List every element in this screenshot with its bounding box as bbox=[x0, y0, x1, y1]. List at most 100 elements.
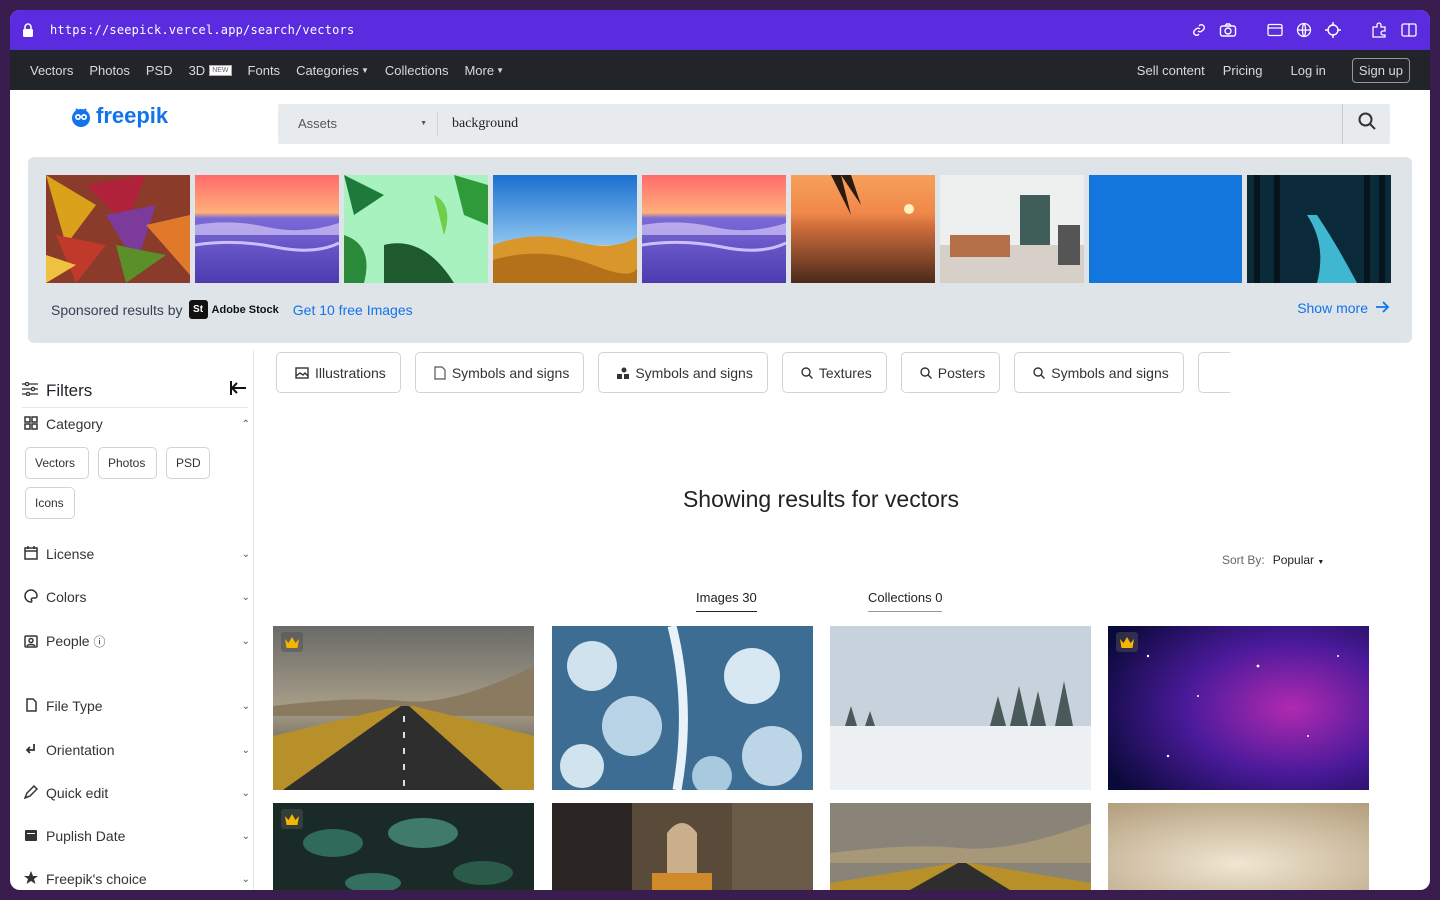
nav-3d[interactable]: 3D NEW bbox=[189, 63, 232, 78]
login-link[interactable]: Log in bbox=[1290, 63, 1325, 78]
tab-images[interactable]: Images 30 bbox=[696, 590, 757, 612]
chevron-down-icon: ⌄ bbox=[241, 830, 250, 842]
camera-icon[interactable] bbox=[1218, 21, 1237, 40]
nav-vectors[interactable]: Vectors bbox=[30, 63, 73, 78]
nav-label: Photos bbox=[89, 62, 130, 78]
sponsored-image-blue-texture[interactable] bbox=[1089, 175, 1242, 283]
sponsored-image-sunset-sea-2[interactable] bbox=[641, 175, 787, 283]
pricing-link[interactable]: Pricing bbox=[1223, 63, 1263, 78]
filters-sidebar: Filters Category ⌃ Vectors Photos PSD Ic… bbox=[10, 350, 254, 890]
search-icon bbox=[801, 366, 813, 379]
sponsored-image-tropical-leaves[interactable] bbox=[344, 175, 488, 283]
nav-psd[interactable]: PSD bbox=[146, 63, 173, 78]
tag-illustrations[interactable]: Illustrations bbox=[276, 352, 401, 393]
shapes-icon bbox=[617, 367, 630, 379]
file-icon bbox=[24, 698, 40, 714]
nav-categories[interactable]: Categories ▼ bbox=[296, 63, 369, 78]
sell-content-link[interactable]: Sell content bbox=[1137, 63, 1205, 78]
sort-label: Sort By: bbox=[1222, 553, 1265, 567]
collapse-sidebar-icon[interactable] bbox=[230, 380, 248, 401]
tag-symbols-and-signs[interactable]: Symbols and signs bbox=[1014, 352, 1184, 393]
result-image-galaxy[interactable] bbox=[1108, 626, 1369, 790]
tag-symbols-and-signs[interactable]: Symbols and signs bbox=[598, 352, 768, 393]
tab-collections[interactable]: Collections 0 bbox=[868, 590, 943, 612]
lock-icon bbox=[22, 23, 36, 37]
search-button[interactable] bbox=[1342, 103, 1390, 144]
result-image-snow-landscape[interactable] bbox=[830, 626, 1091, 790]
related-tags: Illustrations Symbols and signs Symbols … bbox=[276, 352, 1230, 393]
filter-file-type[interactable]: File Type ⌄ bbox=[24, 698, 250, 714]
sidebar-toggle-icon[interactable] bbox=[1399, 21, 1418, 40]
freepik-logo[interactable]: freepik bbox=[68, 103, 278, 129]
filter-label: File Type bbox=[46, 698, 103, 714]
chip-vectors[interactable]: Vectors bbox=[25, 447, 89, 479]
chip-psd[interactable]: PSD bbox=[166, 447, 210, 479]
filter-label: Orientation bbox=[46, 742, 115, 758]
sponsored-image-leaves[interactable] bbox=[46, 175, 190, 283]
filters-title: Filters bbox=[46, 380, 93, 400]
sponsored-image-palm-sunset[interactable] bbox=[791, 175, 935, 283]
result-image-road[interactable] bbox=[273, 626, 534, 790]
get-free-images-link[interactable]: Get 10 free Images bbox=[293, 302, 413, 318]
premium-crown-icon bbox=[281, 809, 303, 829]
chip-icons[interactable]: Icons bbox=[25, 487, 75, 519]
filter-category[interactable]: Category ⌃ bbox=[24, 416, 250, 432]
crosshair-icon[interactable] bbox=[1323, 21, 1342, 40]
chip-photos[interactable]: Photos bbox=[98, 447, 157, 479]
scope-label: Assets bbox=[298, 116, 338, 131]
nav-collections[interactable]: Collections bbox=[385, 63, 449, 78]
result-image-snowy-forest[interactable] bbox=[552, 626, 813, 790]
extensions-icon[interactable] bbox=[1370, 21, 1389, 40]
globe-icon[interactable] bbox=[1294, 21, 1313, 40]
result-image-leaves[interactable] bbox=[273, 803, 534, 890]
arrow-right-icon bbox=[1376, 300, 1390, 316]
filter-publish-date[interactable]: Puplish Date ⌄ bbox=[24, 828, 250, 844]
nav-label: More bbox=[464, 62, 495, 78]
image-icon bbox=[295, 366, 309, 379]
url-text[interactable]: https://seepick.vercel.app/search/vector… bbox=[50, 23, 1189, 37]
window-icon[interactable] bbox=[1265, 21, 1284, 40]
nav-more[interactable]: More ▼ bbox=[464, 63, 504, 78]
filter-label: Freepik's choice bbox=[46, 871, 147, 887]
result-image-road-2[interactable] bbox=[830, 803, 1091, 890]
nav-photos[interactable]: Photos bbox=[89, 63, 129, 78]
pen-icon bbox=[24, 785, 40, 801]
asset-scope-select[interactable]: Assets ▼ bbox=[278, 111, 438, 136]
star-icon bbox=[24, 871, 40, 887]
tag-overflow[interactable] bbox=[1197, 352, 1230, 393]
link-icon[interactable] bbox=[1189, 21, 1208, 40]
nav-label: PSD bbox=[145, 62, 173, 78]
filter-people[interactable]: People ⓘ ⌄ bbox=[24, 633, 250, 650]
sponsored-image-sunset-sea[interactable] bbox=[194, 175, 340, 283]
filter-orientation[interactable]: Orientation ⌄ bbox=[24, 742, 250, 758]
sponsored-image-forest-path[interactable] bbox=[1247, 175, 1391, 283]
sort-value: Popular ▼ bbox=[1273, 553, 1325, 567]
result-image-city-street[interactable] bbox=[552, 803, 813, 890]
nav-label: Fonts bbox=[247, 62, 281, 78]
sponsored-results: Sponsored results by St Adobe Stock Get … bbox=[28, 157, 1412, 343]
browser-window: https://seepick.vercel.app/search/vector… bbox=[10, 10, 1430, 890]
sort-by[interactable]: Sort By: Popular ▼ bbox=[1222, 553, 1324, 567]
result-image-paper-texture[interactable] bbox=[1108, 803, 1369, 890]
filter-label: Colors bbox=[46, 589, 87, 605]
tag-label: Symbols and signs bbox=[451, 364, 570, 381]
filter-quick-edit[interactable]: Quick edit ⌄ bbox=[24, 785, 250, 801]
tag-symbols-and-signs[interactable]: Symbols and signs bbox=[414, 352, 585, 393]
sponsored-image-living-room[interactable] bbox=[940, 175, 1084, 283]
info-icon[interactable]: ⓘ bbox=[93, 635, 105, 649]
filter-colors[interactable]: Colors ⌄ bbox=[24, 589, 250, 605]
show-more-link[interactable]: Show more bbox=[1297, 300, 1390, 316]
caret-down-icon: ▼ bbox=[1317, 559, 1325, 566]
sponsored-image-desert[interactable] bbox=[493, 175, 638, 283]
adobe-stock-brand[interactable]: St Adobe Stock bbox=[188, 300, 279, 319]
search-input[interactable] bbox=[438, 103, 1342, 144]
filter-license[interactable]: License ⌄ bbox=[24, 546, 250, 562]
tag-posters[interactable]: Posters bbox=[900, 352, 1001, 393]
signup-button[interactable]: Sign up bbox=[1351, 57, 1410, 83]
tag-label: Symbols and signs bbox=[1051, 364, 1169, 381]
license-icon bbox=[24, 546, 40, 562]
nav-label: 3D bbox=[188, 62, 206, 78]
tag-textures[interactable]: Textures bbox=[781, 352, 887, 393]
nav-fonts[interactable]: Fonts bbox=[248, 63, 281, 78]
filter-freepik-choice[interactable]: Freepik's choice ⌄ bbox=[24, 871, 250, 887]
